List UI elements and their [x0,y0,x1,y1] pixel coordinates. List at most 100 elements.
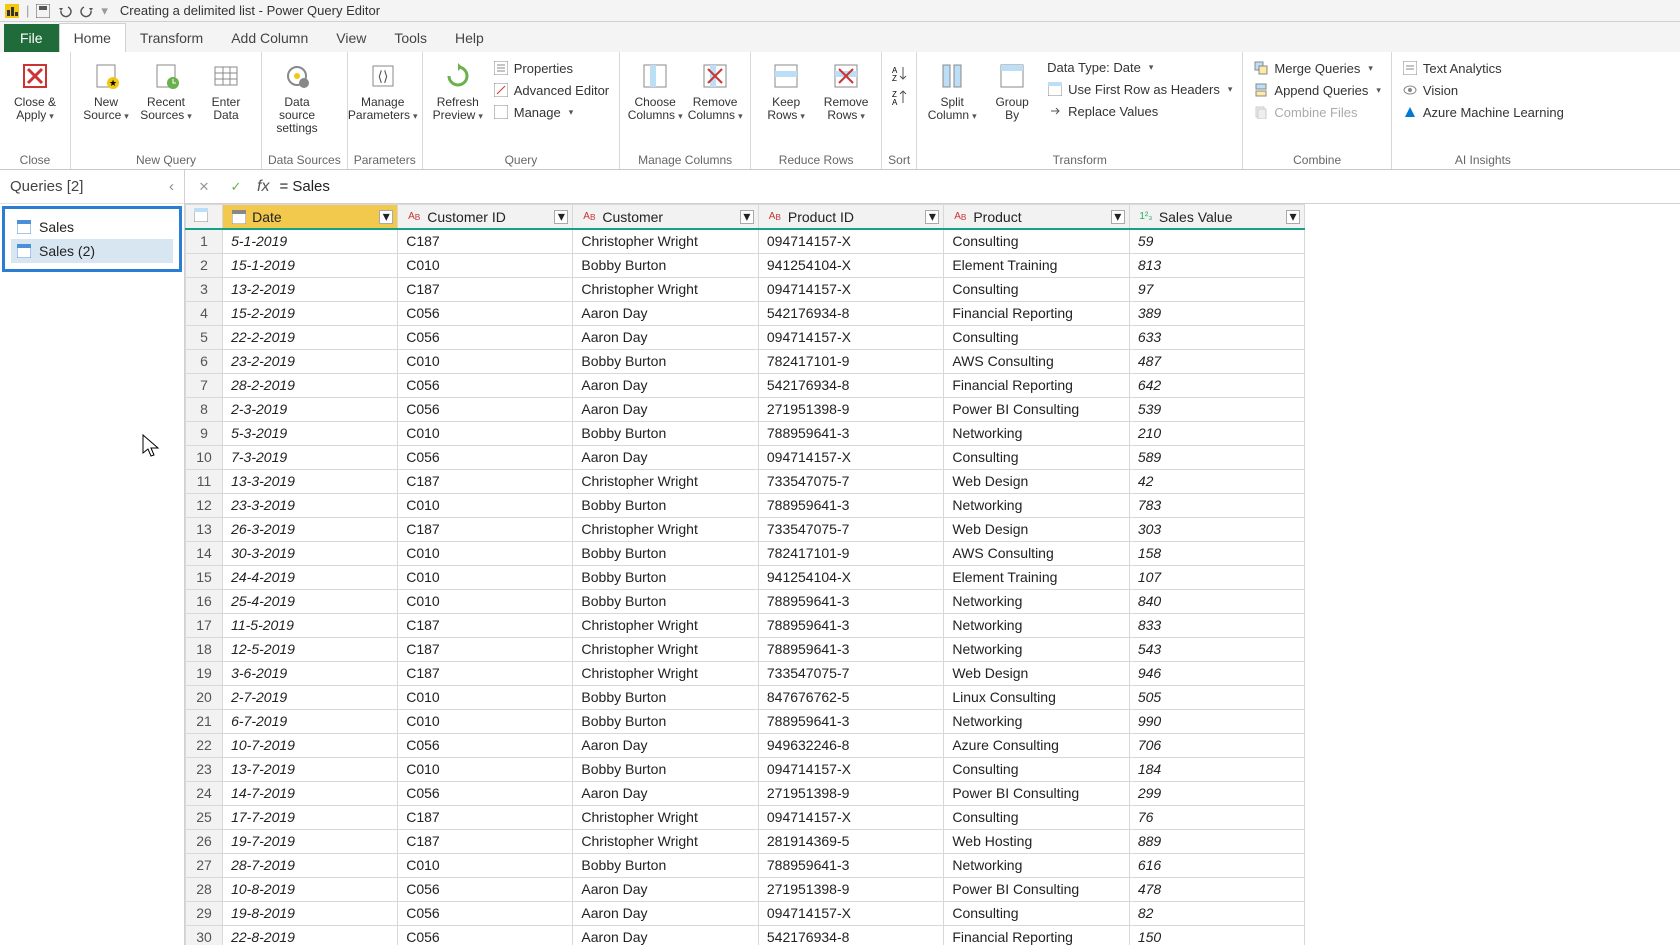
table-row[interactable]: 1625-4-2019C010Bobby Burton788959641-3Ne… [186,589,1305,613]
cell-sales-value[interactable]: 184 [1129,757,1304,781]
cell-customer-id[interactable]: C187 [398,637,573,661]
redo-icon[interactable] [79,3,95,19]
cell-customer[interactable]: Aaron Day [573,901,758,925]
cell-product[interactable]: Azure Consulting [944,733,1129,757]
cell-customer[interactable]: Aaron Day [573,733,758,757]
cell-date[interactable]: 24-4-2019 [223,565,398,589]
cell-sales-value[interactable]: 107 [1129,565,1304,589]
cell-sales-value[interactable]: 389 [1129,301,1304,325]
cell-customer-id[interactable]: C010 [398,565,573,589]
cell-sales-value[interactable]: 889 [1129,829,1304,853]
cell-sales-value[interactable]: 589 [1129,445,1304,469]
sort-desc-button[interactable]: ZA [888,86,910,108]
cell-product-id[interactable]: 788959641-3 [758,709,943,733]
cell-product[interactable]: Consulting [944,325,1129,349]
remove-columns-button[interactable]: Remove Columns [686,56,744,124]
choose-columns-button[interactable]: Choose Columns [626,56,684,124]
cell-customer-id[interactable]: C187 [398,661,573,685]
cell-sales-value[interactable]: 210 [1129,421,1304,445]
column-header-customer[interactable]: ABCustomer▾ [573,205,758,230]
table-row[interactable]: 2210-7-2019C056Aaron Day949632246-8Azure… [186,733,1305,757]
cell-product[interactable]: Linux Consulting [944,685,1129,709]
cell-customer-id[interactable]: C056 [398,781,573,805]
cell-sales-value[interactable]: 813 [1129,253,1304,277]
cell-customer[interactable]: Aaron Day [573,877,758,901]
row-number[interactable]: 7 [186,373,223,397]
query-item-sales[interactable]: Sales [11,215,173,239]
column-header-date[interactable]: Date▾ [223,205,398,230]
cell-date[interactable]: 28-7-2019 [223,853,398,877]
cell-product-id[interactable]: 941254104-X [758,565,943,589]
cell-product-id[interactable]: 542176934-8 [758,373,943,397]
table-row[interactable]: 193-6-2019C187Christopher Wright73354707… [186,661,1305,685]
cell-customer[interactable]: Aaron Day [573,445,758,469]
cell-date[interactable]: 22-2-2019 [223,325,398,349]
row-number[interactable]: 24 [186,781,223,805]
combine-files-button[interactable]: Combine Files [1249,102,1384,122]
cell-sales-value[interactable]: 150 [1129,925,1304,945]
filter-dropdown-icon[interactable]: ▾ [1286,210,1300,224]
filter-dropdown-icon[interactable]: ▾ [554,210,568,224]
cell-customer-id[interactable]: C010 [398,709,573,733]
table-row[interactable]: 2313-7-2019C010Bobby Burton094714157-XCo… [186,757,1305,781]
row-number[interactable]: 4 [186,301,223,325]
cell-product[interactable]: Networking [944,589,1129,613]
azure-ml-button[interactable]: Azure Machine Learning [1398,102,1568,122]
vision-button[interactable]: Vision [1398,80,1568,100]
cell-customer-id[interactable]: C187 [398,277,573,301]
cell-date[interactable]: 6-7-2019 [223,709,398,733]
table-corner[interactable] [186,205,223,230]
cell-date[interactable]: 15-2-2019 [223,301,398,325]
cell-date[interactable]: 5-3-2019 [223,421,398,445]
table-row[interactable]: 202-7-2019C010Bobby Burton847676762-5Lin… [186,685,1305,709]
tab-transform[interactable]: Transform [126,24,217,52]
text-analytics-button[interactable]: Text Analytics [1398,58,1568,78]
cell-product[interactable]: Financial Reporting [944,373,1129,397]
properties-button[interactable]: Properties [489,58,613,78]
table-row[interactable]: 2919-8-2019C056Aaron Day094714157-XConsu… [186,901,1305,925]
table-row[interactable]: 15-1-2019C187Christopher Wright094714157… [186,229,1305,253]
cell-customer[interactable]: Aaron Day [573,397,758,421]
table-row[interactable]: 1812-5-2019C187Christopher Wright7889596… [186,637,1305,661]
formula-text[interactable]: = Sales [279,178,329,195]
cell-customer[interactable]: Bobby Burton [573,253,758,277]
cell-product[interactable]: Web Design [944,661,1129,685]
cell-date[interactable]: 25-4-2019 [223,589,398,613]
data-source-settings-button[interactable]: Data source settings [268,56,326,138]
append-queries-button[interactable]: Append Queries [1249,80,1384,100]
cell-customer[interactable]: Bobby Burton [573,685,758,709]
cell-sales-value[interactable]: 706 [1129,733,1304,757]
row-number[interactable]: 12 [186,493,223,517]
recent-sources-button[interactable]: Recent Sources [137,56,195,124]
qat-dropdown[interactable]: ▾ [101,3,108,19]
table-row[interactable]: 95-3-2019C010Bobby Burton788959641-3Netw… [186,421,1305,445]
cell-customer-id[interactable]: C187 [398,229,573,253]
cell-product-id[interactable]: 542176934-8 [758,925,943,945]
row-number[interactable]: 22 [186,733,223,757]
cell-customer[interactable]: Christopher Wright [573,517,758,541]
cell-date[interactable]: 13-3-2019 [223,469,398,493]
row-number[interactable]: 28 [186,877,223,901]
cell-product[interactable]: Consulting [944,757,1129,781]
row-number[interactable]: 19 [186,661,223,685]
cell-customer[interactable]: Aaron Day [573,325,758,349]
cell-date[interactable]: 28-2-2019 [223,373,398,397]
row-number[interactable]: 29 [186,901,223,925]
cell-sales-value[interactable]: 303 [1129,517,1304,541]
cell-date[interactable]: 10-8-2019 [223,877,398,901]
split-column-button[interactable]: Split Column [923,56,981,124]
cell-product-id[interactable]: 094714157-X [758,445,943,469]
table-row[interactable]: 1711-5-2019C187Christopher Wright7889596… [186,613,1305,637]
cell-date[interactable]: 23-2-2019 [223,349,398,373]
cell-customer[interactable]: Aaron Day [573,373,758,397]
cell-date[interactable]: 12-5-2019 [223,637,398,661]
cell-sales-value[interactable]: 840 [1129,589,1304,613]
cell-product[interactable]: Networking [944,613,1129,637]
cell-sales-value[interactable]: 633 [1129,325,1304,349]
tab-tools[interactable]: Tools [380,24,441,52]
table-row[interactable]: 623-2-2019C010Bobby Burton782417101-9AWS… [186,349,1305,373]
cell-date[interactable]: 5-1-2019 [223,229,398,253]
table-row[interactable]: 2728-7-2019C010Bobby Burton788959641-3Ne… [186,853,1305,877]
cell-customer-id[interactable]: C010 [398,589,573,613]
cell-product[interactable]: Consulting [944,445,1129,469]
